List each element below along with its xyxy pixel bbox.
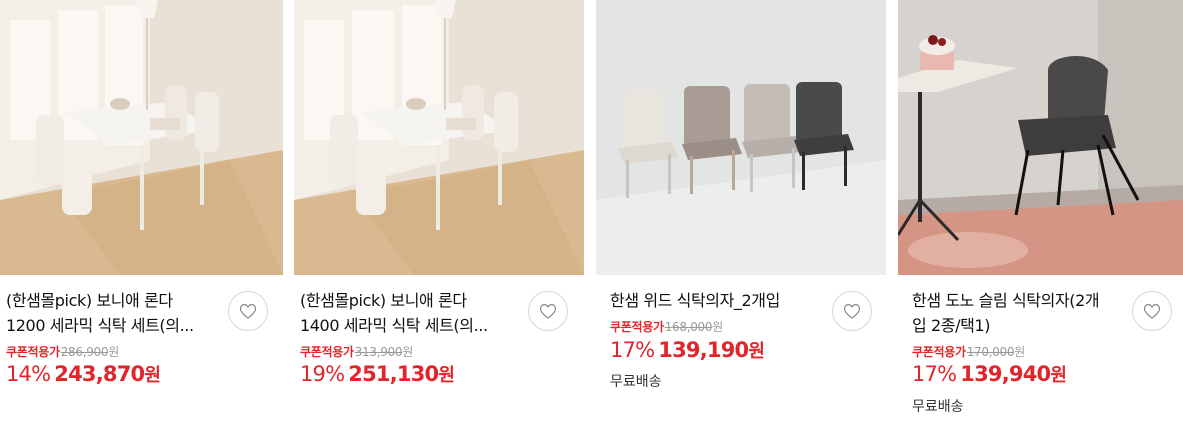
shipping-info: 무료배송 — [912, 399, 964, 415]
discount-rate: 17% — [912, 362, 957, 386]
wishlist-button[interactable] — [528, 291, 568, 331]
wishlist-button[interactable] — [832, 291, 872, 331]
product-image[interactable] — [898, 0, 1183, 275]
product-info: (한샘몰pick) 보니애 론다 1200 세라믹 식탁 세트(의... 쿠폰적… — [0, 275, 283, 438]
coupon-price-row: 쿠폰적용가168,000원 — [610, 318, 723, 335]
currency-unit: 원 — [402, 345, 413, 359]
currency-unit: 원 — [748, 341, 765, 362]
product-info: 한샘 위드 식탁의자_2개입 쿠폰적용가168,000원 17% 139,190원… — [596, 275, 886, 438]
shipping-info: 무료배송 — [610, 374, 662, 390]
product-title[interactable]: 한샘 도노 슬림 식탁의자(2개 입 2종/택1) — [912, 288, 1122, 338]
product-title[interactable]: (한샘몰pick) 보니애 론다 1400 세라믹 식탁 세트(의... — [300, 288, 510, 338]
product-info: 한샘 도노 슬림 식탁의자(2개 입 2종/택1) 쿠폰적용가170,000원 … — [898, 275, 1183, 438]
coupon-price-row: 쿠폰적용가286,900원 — [6, 343, 119, 360]
currency-unit: 원 — [144, 365, 161, 386]
currency-unit: 원 — [1014, 345, 1025, 359]
coupon-label: 쿠폰적용가 — [912, 345, 966, 359]
product-card[interactable]: (한샘몰pick) 보니애 론다 1200 세라믹 식탁 세트(의... 쿠폰적… — [0, 0, 283, 438]
heart-outline-icon — [843, 304, 861, 319]
product-image[interactable] — [596, 0, 886, 275]
product-title[interactable]: (한샘몰pick) 보니애 론다 1200 세라믹 식탁 세트(의... — [6, 288, 216, 338]
coupon-price-row: 쿠폰적용가170,000원 — [912, 343, 1025, 360]
product-card[interactable]: 한샘 도노 슬림 식탁의자(2개 입 2종/택1) 쿠폰적용가170,000원 … — [898, 0, 1183, 438]
product-card[interactable]: 한샘 위드 식탁의자_2개입 쿠폰적용가168,000원 17% 139,190원… — [596, 0, 886, 438]
discount-rate: 19% — [300, 362, 345, 386]
sale-price: 243,870 — [54, 362, 145, 386]
product-card[interactable]: (한샘몰pick) 보니애 론다 1400 세라믹 식탁 세트(의... 쿠폰적… — [294, 0, 584, 438]
discount-rate: 14% — [6, 362, 51, 386]
sale-price-row: 17% 139,940원 — [912, 361, 1067, 387]
coupon-label: 쿠폰적용가 — [610, 320, 664, 334]
product-grid: (한샘몰pick) 보니애 론다 1200 세라믹 식탁 세트(의... 쿠폰적… — [0, 0, 1183, 438]
wishlist-button[interactable] — [228, 291, 268, 331]
sale-price-row: 14% 243,870원 — [6, 361, 161, 387]
product-info: (한샘몰pick) 보니애 론다 1400 세라믹 식탁 세트(의... 쿠폰적… — [294, 275, 584, 438]
heart-outline-icon — [239, 304, 257, 319]
coupon-label: 쿠폰적용가 — [300, 345, 354, 359]
product-image[interactable] — [294, 0, 584, 275]
sale-price: 139,190 — [658, 338, 749, 362]
heart-outline-icon — [1143, 304, 1161, 319]
original-price: 168,000 — [664, 320, 713, 334]
coupon-label: 쿠폰적용가 — [6, 345, 60, 359]
currency-unit: 원 — [712, 320, 723, 334]
currency-unit: 원 — [438, 365, 455, 386]
sale-price: 139,940 — [960, 362, 1051, 386]
wishlist-button[interactable] — [1132, 291, 1172, 331]
product-image[interactable] — [0, 0, 283, 275]
heart-outline-icon — [539, 304, 557, 319]
discount-rate: 17% — [610, 338, 655, 362]
sale-price-row: 19% 251,130원 — [300, 361, 455, 387]
sale-price-row: 17% 139,190원 — [610, 337, 765, 363]
original-price: 286,900 — [60, 345, 109, 359]
currency-unit: 원 — [1050, 365, 1067, 386]
sale-price: 251,130 — [348, 362, 439, 386]
product-title[interactable]: 한샘 위드 식탁의자_2개입 — [610, 288, 820, 313]
original-price: 313,900 — [354, 345, 403, 359]
coupon-price-row: 쿠폰적용가313,900원 — [300, 343, 413, 360]
original-price: 170,000 — [966, 345, 1015, 359]
currency-unit: 원 — [108, 345, 119, 359]
